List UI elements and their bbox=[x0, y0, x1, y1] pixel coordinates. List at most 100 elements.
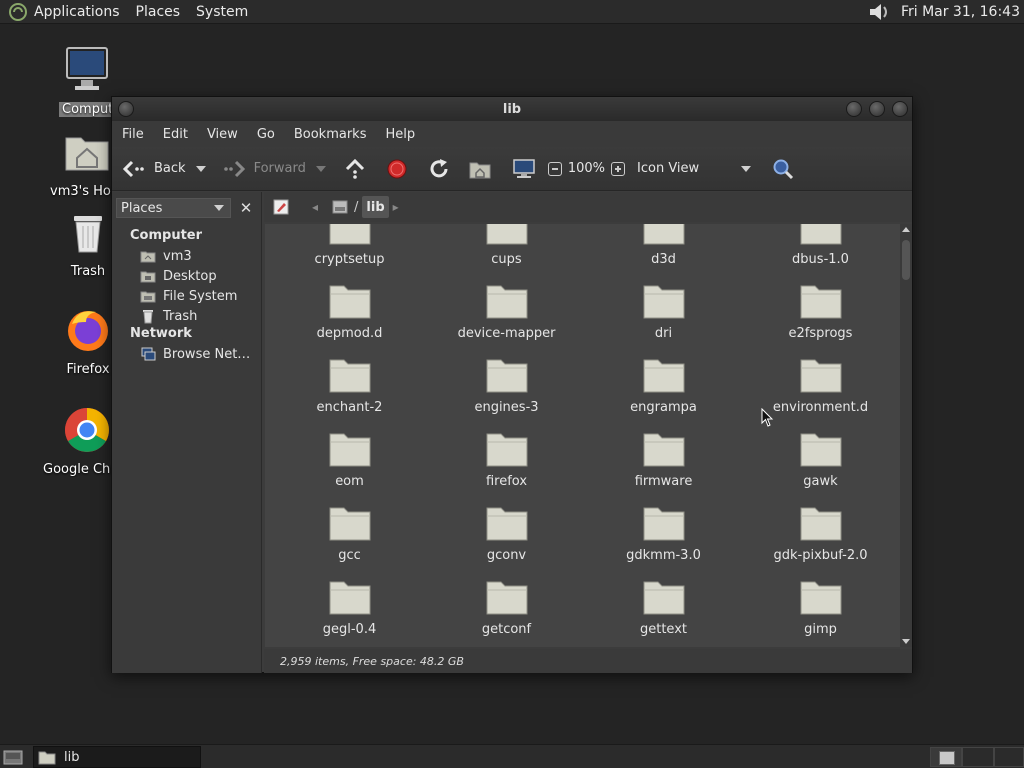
maximize-button[interactable] bbox=[869, 101, 885, 117]
file-name: gawk bbox=[803, 474, 838, 489]
bottom-panel: lib bbox=[0, 744, 1024, 768]
taskbar-window-lib[interactable]: lib bbox=[33, 746, 201, 768]
scroll-right-icon[interactable]: ▸ bbox=[393, 200, 399, 214]
scrollbar-thumb[interactable] bbox=[902, 240, 910, 280]
mate-logo-icon[interactable] bbox=[8, 2, 28, 22]
file-item[interactable]: firmware bbox=[585, 430, 742, 489]
plus-icon bbox=[615, 165, 622, 172]
show-desktop-icon[interactable] bbox=[3, 748, 23, 766]
folder-icon bbox=[38, 751, 56, 765]
folder-icon bbox=[329, 359, 370, 393]
file-item[interactable]: gimp bbox=[742, 578, 899, 637]
drive-icon bbox=[332, 200, 348, 214]
view-mode-select[interactable]: Icon View bbox=[637, 161, 752, 176]
scroll-left-icon[interactable]: ◂ bbox=[312, 200, 318, 214]
file-item[interactable]: firefox bbox=[428, 430, 585, 489]
breadcrumb-lib[interactable]: lib bbox=[362, 196, 389, 218]
menu-edit[interactable]: Edit bbox=[163, 127, 188, 142]
back-history-dropdown[interactable] bbox=[195, 165, 206, 172]
file-item[interactable]: d3d bbox=[585, 224, 742, 267]
file-item[interactable]: gconv bbox=[428, 504, 585, 563]
menu-help[interactable]: Help bbox=[385, 127, 415, 142]
title-bar[interactable]: lib bbox=[112, 97, 912, 121]
workspace-3[interactable] bbox=[994, 747, 1024, 767]
zoom-in-button[interactable] bbox=[611, 161, 626, 176]
home-button[interactable] bbox=[468, 158, 492, 180]
forward-history-dropdown[interactable] bbox=[315, 165, 326, 172]
applications-menu[interactable]: Applications bbox=[34, 4, 120, 20]
stop-button[interactable] bbox=[386, 158, 408, 180]
menu-bookmarks[interactable]: Bookmarks bbox=[294, 127, 367, 142]
sidebar-item-desktop[interactable]: Desktop bbox=[112, 266, 261, 286]
folder-icon bbox=[329, 224, 370, 245]
workspace-2[interactable] bbox=[962, 747, 994, 767]
view-mode-label: Icon View bbox=[637, 161, 700, 176]
close-button[interactable] bbox=[892, 101, 908, 117]
computer-button[interactable] bbox=[512, 158, 536, 180]
file-item[interactable]: gdkmm-3.0 bbox=[585, 504, 742, 563]
window-menu-button[interactable] bbox=[118, 101, 134, 117]
file-item[interactable]: gegl-0.4 bbox=[271, 578, 428, 637]
sidebar-item-vm3[interactable]: vm3 bbox=[112, 246, 261, 266]
places-menu[interactable]: Places bbox=[136, 4, 181, 20]
breadcrumb-root[interactable]: / bbox=[328, 196, 362, 218]
file-item[interactable]: gdk-pixbuf-2.0 bbox=[742, 504, 899, 563]
sidebar-selector[interactable]: Places bbox=[116, 198, 231, 218]
reload-button[interactable] bbox=[428, 158, 450, 180]
system-menu[interactable]: System bbox=[196, 4, 248, 20]
file-name: gdkmm-3.0 bbox=[626, 548, 701, 563]
toolbar: Back Forward 100% Icon View bbox=[112, 147, 912, 191]
file-item[interactable]: gawk bbox=[742, 430, 899, 489]
file-item[interactable]: device-mapper bbox=[428, 282, 585, 341]
zoom-level[interactable]: 100% bbox=[568, 161, 605, 176]
mouse-pointer-icon bbox=[761, 408, 774, 427]
file-name: getconf bbox=[481, 622, 532, 637]
menu-view[interactable]: View bbox=[207, 127, 238, 142]
trash-icon bbox=[74, 216, 102, 253]
workspace-window-thumb bbox=[939, 751, 955, 765]
menu-file[interactable]: File bbox=[122, 127, 144, 142]
toggle-location-entry-button[interactable] bbox=[270, 196, 292, 218]
volume-icon[interactable] bbox=[867, 1, 893, 23]
up-button[interactable] bbox=[344, 158, 366, 180]
scroll-down-arrow-icon[interactable] bbox=[902, 639, 910, 644]
file-name: dri bbox=[654, 326, 673, 341]
sidebar-header: Places ✕ bbox=[116, 196, 257, 220]
zoom-out-button[interactable] bbox=[547, 161, 562, 176]
sidebar-item-trash[interactable]: Trash bbox=[112, 306, 261, 326]
status-text: 2,959 items, Free space: 48.2 GB bbox=[280, 654, 464, 668]
file-item[interactable]: getconf bbox=[428, 578, 585, 637]
file-item[interactable]: eom bbox=[271, 430, 428, 489]
file-item[interactable]: engines-3 bbox=[428, 356, 585, 415]
sidebar-item-file-system[interactable]: File System bbox=[112, 286, 261, 306]
forward-button[interactable]: Forward bbox=[222, 159, 326, 179]
file-item[interactable]: dbus-1.0 bbox=[742, 224, 899, 267]
file-item[interactable]: enchant-2 bbox=[271, 356, 428, 415]
file-item[interactable]: cryptsetup bbox=[271, 224, 428, 267]
forward-label: Forward bbox=[253, 161, 306, 176]
sidebar-close-button[interactable]: ✕ bbox=[235, 198, 257, 218]
folder-icon bbox=[486, 224, 527, 245]
file-item[interactable]: gcc bbox=[271, 504, 428, 563]
file-item[interactable]: gettext bbox=[585, 578, 742, 637]
scroll-up-arrow-icon[interactable] bbox=[902, 227, 910, 232]
file-item[interactable]: cups bbox=[428, 224, 585, 267]
sidebar-item-browse-network[interactable]: Browse Net… bbox=[112, 344, 261, 364]
file-item[interactable]: engrampa bbox=[585, 356, 742, 415]
drive-icon bbox=[140, 291, 156, 303]
search-button[interactable] bbox=[771, 157, 795, 181]
folder-icon bbox=[800, 581, 841, 615]
menu-go[interactable]: Go bbox=[257, 127, 275, 142]
close-icon: ✕ bbox=[239, 199, 253, 217]
clock[interactable]: Fri Mar 31, 16:43 bbox=[901, 4, 1020, 20]
file-item[interactable]: environment.d bbox=[742, 356, 899, 415]
vertical-scrollbar[interactable] bbox=[900, 224, 912, 647]
file-item[interactable]: depmod.d bbox=[271, 282, 428, 341]
file-item[interactable]: e2fsprogs bbox=[742, 282, 899, 341]
minimize-button[interactable] bbox=[846, 101, 862, 117]
workspace-1[interactable] bbox=[930, 747, 962, 767]
file-name: engines-3 bbox=[474, 400, 539, 415]
back-button[interactable]: Back bbox=[122, 159, 206, 179]
file-item[interactable]: dri bbox=[585, 282, 742, 341]
file-view[interactable]: cryptsetup cups d3d dbus-1.0 depmod.d device-… bbox=[265, 224, 900, 647]
